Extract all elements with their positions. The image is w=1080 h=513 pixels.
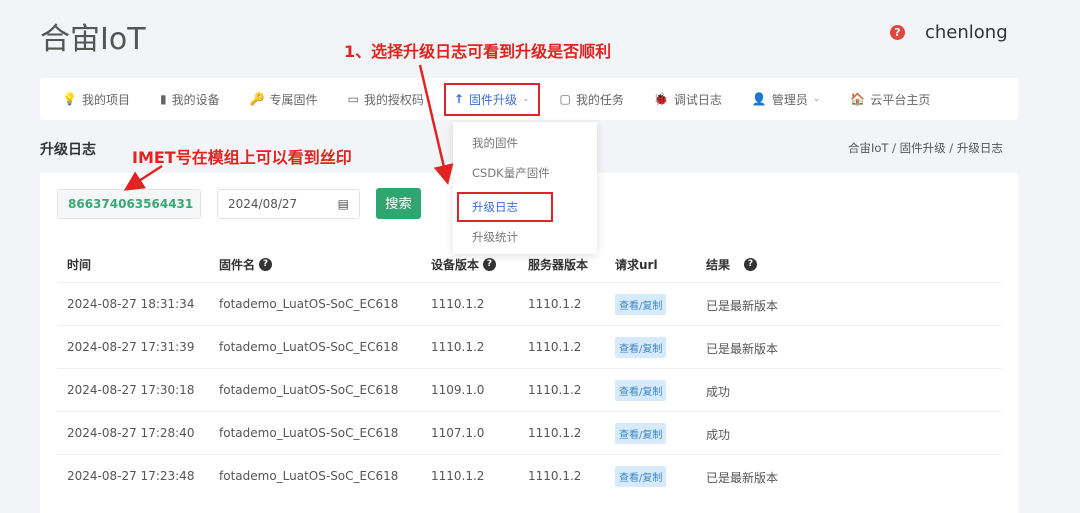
arrow-to-menu — [418, 64, 454, 185]
annotation-arrows — [123, 64, 454, 191]
arrow-to-imei — [123, 164, 163, 191]
